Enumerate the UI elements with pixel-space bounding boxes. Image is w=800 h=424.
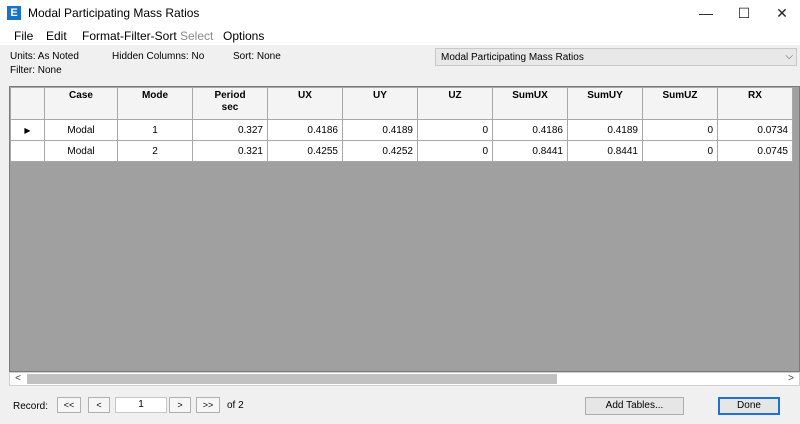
minimize-button[interactable]: — xyxy=(686,0,726,27)
header-row: Case Mode Period sec UX UY UZ SumUX SumUY… xyxy=(10,87,793,120)
table-row[interactable]: ▶ Modal 1 0.327 0.4186 0.4189 0 0.4186 0… xyxy=(10,119,793,141)
scroll-thumb[interactable] xyxy=(27,374,557,384)
column-header-uz[interactable]: UZ xyxy=(417,87,493,120)
column-header-sumux[interactable]: SumUX xyxy=(492,87,568,120)
cell-sumuy[interactable]: 0.4189 xyxy=(567,119,643,141)
menu-options[interactable]: Options xyxy=(223,29,264,43)
title-bar: E Modal Participating Mass Ratios — ☐ ✕ xyxy=(0,0,800,27)
filter-label: Filter: None xyxy=(10,65,62,76)
cell-uy[interactable]: 0.4189 xyxy=(342,119,418,141)
add-tables-button[interactable]: Add Tables... xyxy=(585,397,684,415)
menu-file[interactable]: File xyxy=(14,29,33,43)
column-header-rx[interactable]: RX xyxy=(717,87,793,120)
column-header-case[interactable]: Case xyxy=(44,87,118,120)
column-header-mode[interactable]: Mode xyxy=(117,87,193,120)
table-row[interactable]: Modal 2 0.321 0.4255 0.4252 0 0.8441 0.8… xyxy=(10,140,793,162)
cell-period[interactable]: 0.321 xyxy=(192,140,268,162)
column-header-sumuz[interactable]: SumUZ xyxy=(642,87,718,120)
column-header-period[interactable]: Period sec xyxy=(192,87,268,120)
cell-sumuz[interactable]: 0 xyxy=(642,119,718,141)
app-icon: E xyxy=(7,6,21,20)
results-table: Case Mode Period sec UX UY UZ SumUX SumUY… xyxy=(10,87,793,162)
cell-uz[interactable]: 0 xyxy=(417,140,493,162)
cell-sumuz[interactable]: 0 xyxy=(642,140,718,162)
menu-format-filter-sort[interactable]: Format-Filter-Sort xyxy=(82,29,177,43)
cell-sumuy[interactable]: 0.8441 xyxy=(567,140,643,162)
maximize-button[interactable]: ☐ xyxy=(724,0,764,27)
hidden-columns-label: Hidden Columns: No xyxy=(112,51,205,62)
units-label: Units: As Noted xyxy=(10,51,79,62)
previous-record-button[interactable]: < xyxy=(88,397,110,413)
scroll-right-icon[interactable]: > xyxy=(784,373,798,385)
table-selector-value: Modal Participating Mass Ratios xyxy=(441,52,584,63)
menu-bar: File Edit Format-Filter-Sort Select Opti… xyxy=(0,27,800,45)
column-header-ux[interactable]: UX xyxy=(267,87,343,120)
table-selector-dropdown[interactable]: Modal Participating Mass Ratios ⌵ xyxy=(435,48,797,66)
record-count: of 2 xyxy=(227,400,244,411)
chevron-down-icon[interactable]: ⌵ xyxy=(785,51,793,62)
cell-case[interactable]: Modal xyxy=(44,119,118,141)
scroll-left-icon[interactable]: < xyxy=(11,373,25,385)
column-header-uy[interactable]: UY xyxy=(342,87,418,120)
cell-sumux[interactable]: 0.8441 xyxy=(492,140,568,162)
record-label: Record: xyxy=(13,401,49,412)
done-button[interactable]: Done xyxy=(718,397,780,415)
horizontal-scrollbar[interactable]: < > xyxy=(9,372,800,386)
cell-case[interactable]: Modal xyxy=(44,140,118,162)
data-grid[interactable]: Case Mode Period sec UX UY UZ SumUX SumUY… xyxy=(9,86,800,372)
cell-mode[interactable]: 2 xyxy=(117,140,193,162)
cell-ux[interactable]: 0.4255 xyxy=(267,140,343,162)
last-record-button[interactable]: >> xyxy=(196,397,220,413)
cell-ux[interactable]: 0.4186 xyxy=(267,119,343,141)
period-unit: sec xyxy=(221,102,239,113)
cell-rx[interactable]: 0.0734 xyxy=(717,119,793,141)
window-title: Modal Participating Mass Ratios xyxy=(28,6,200,20)
cell-period[interactable]: 0.327 xyxy=(192,119,268,141)
cell-uy[interactable]: 0.4252 xyxy=(342,140,418,162)
cell-uz[interactable]: 0 xyxy=(417,119,493,141)
menu-edit[interactable]: Edit xyxy=(46,29,67,43)
cell-mode[interactable]: 1 xyxy=(117,119,193,141)
close-button[interactable]: ✕ xyxy=(762,0,800,27)
cell-rx[interactable]: 0.0745 xyxy=(717,140,793,162)
cell-sumux[interactable]: 0.4186 xyxy=(492,119,568,141)
next-record-button[interactable]: > xyxy=(169,397,191,413)
column-header-sumuy[interactable]: SumUY xyxy=(567,87,643,120)
current-row-indicator-icon[interactable]: ▶ xyxy=(10,119,45,141)
row-selector[interactable] xyxy=(10,140,45,162)
record-number-input[interactable]: 1 xyxy=(115,397,167,413)
sort-label: Sort: None xyxy=(233,51,281,62)
row-selector-header[interactable] xyxy=(10,87,45,120)
record-navigation-bar: Record: << < 1 > >> of 2 Add Tables... D… xyxy=(0,390,800,424)
first-record-button[interactable]: << xyxy=(57,397,81,413)
menu-select[interactable]: Select xyxy=(180,29,213,43)
